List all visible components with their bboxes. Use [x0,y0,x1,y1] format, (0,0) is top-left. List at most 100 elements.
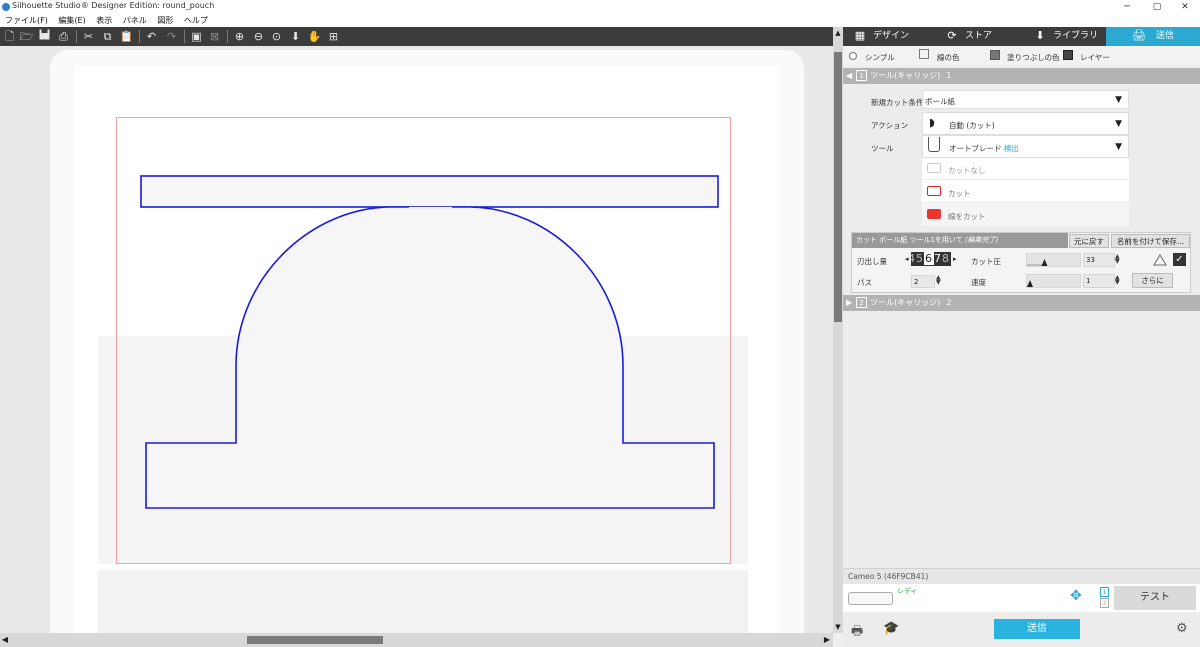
send-panel: ▦ デザイン ⟳ ストア ⬇ ライブラリ 🖨 送信 シンプル 線の色 塗りつぶし… [843,27,1200,647]
crosscut-icon[interactable] [1151,253,1169,267]
menu-help[interactable]: ヘルプ [180,14,212,27]
tab-send[interactable]: 🖨 送信 [1106,27,1200,46]
mode-line-color[interactable]: 線の色 [937,52,960,63]
blade-depth-dial[interactable]: 45678 [911,252,951,266]
speed-slider-thumb[interactable] [1027,280,1033,287]
redo-icon[interactable]: ↷ [164,29,179,44]
undo-icon[interactable]: ↶ [144,29,159,44]
scroll-down-icon[interactable]: ▼ [834,623,842,631]
gear-icon[interactable]: ⚙ [1176,621,1188,636]
mode-fill-color[interactable]: 塗りつぶしの色 [1007,52,1060,63]
mode-simple[interactable]: シンプル [865,52,895,63]
zoom-fit-icon[interactable]: ⊙ [269,29,284,44]
layer-icon[interactable] [1063,50,1073,60]
pouch-body-shape[interactable] [145,206,715,509]
tab-library[interactable]: ⬇ ライブラリ [1023,27,1113,46]
speed-slider[interactable] [1026,274,1081,288]
ungroup-icon[interactable]: ⊠ [207,29,222,44]
new-file-icon[interactable]: 🗋 [2,29,17,44]
menu-view[interactable]: 表示 [92,14,116,27]
option-no-cut[interactable]: カットなし [922,158,1129,180]
toolbar-divider [76,30,77,43]
pan-hand-icon[interactable]: ✋ [307,29,322,44]
crosscut-checkbox[interactable]: ✓ [1173,253,1186,266]
cut-option-icon [927,186,941,196]
force-spinner-icon[interactable]: ▲ ▼ [1115,254,1120,265]
grid-icon: ▦ [854,29,866,42]
tool1-header[interactable]: ◀ 1 ツール(キャリッジ) 1 [843,68,1200,84]
tool2-header[interactable]: ▶ 2 ツール(キャリッジ) 2 [843,295,1200,311]
slot-2[interactable]: 2 [1100,598,1109,608]
mode-layer[interactable]: レイヤー [1080,52,1110,63]
scroll-up-icon[interactable]: ▲ [834,29,842,37]
tool-dropdown[interactable]: オートブレード 検出 ▼ [922,135,1129,158]
open-folder-icon[interactable]: 🗁 [19,29,34,44]
tab-design[interactable]: ▦ デザイン [843,27,933,46]
blade-increase-icon[interactable]: ▸ [953,255,957,263]
horizontal-scroll-thumb[interactable] [247,636,383,644]
design-canvas[interactable] [0,46,833,633]
fit-page-icon[interactable]: ⊞ [326,29,341,44]
menu-edit[interactable]: 編集(E) [54,14,89,27]
paste-icon[interactable]: 📋 [119,29,134,44]
cut-settings-title: カット ボール紙 ツール1を用いて (編集完了) [852,233,1068,248]
machine-settings-icon[interactable]: 🖶 [851,622,863,644]
save-as-button[interactable]: 名前を付けて保存... [1111,234,1190,248]
maximize-button[interactable]: ▢ [1142,0,1172,14]
window-title: Silhouette Studio® Designer Edition: rou… [12,1,215,10]
speed-label: 速度 [971,278,986,287]
move-arrows-icon[interactable]: ✥ [1070,589,1082,603]
scroll-left-icon[interactable]: ◀ [0,635,10,645]
speed-slider-track [1027,280,1033,287]
more-button[interactable]: さらに [1132,273,1173,288]
copy-icon[interactable]: ⧉ [100,29,115,44]
save-icon[interactable] [37,29,52,44]
menu-panel[interactable]: パネル [119,14,151,27]
cut-icon[interactable]: ✂ [81,29,96,44]
passes-label: パス [857,278,872,287]
toolbar-divider [184,30,185,43]
top-band-shape[interactable] [140,175,719,208]
speed-input[interactable]: 1 [1083,274,1115,288]
pouch-shape[interactable] [0,46,833,633]
simple-radio[interactable] [849,52,857,60]
menu-file[interactable]: ファイル(F) [1,14,52,27]
fill-color-icon[interactable] [990,50,1000,60]
passes-input[interactable]: 2 [911,275,935,288]
force-slider[interactable] [1026,253,1081,267]
option-cut-edge[interactable]: 線をカット [922,203,1129,226]
passes-spinner-icon[interactable]: ▲ ▼ [936,275,941,286]
test-button[interactable]: テスト [1114,586,1196,610]
move-down-icon[interactable]: ⬇ [288,29,303,44]
tab-store[interactable]: ⟳ ストア [935,27,1025,46]
option-cut[interactable]: カット [922,180,1129,203]
send-button[interactable]: 送信 [994,619,1080,639]
force-label: カット圧 [971,257,1001,266]
force-slider-thumb[interactable] [1041,259,1048,266]
scroll-right-icon[interactable]: ▶ [822,635,832,645]
speed-spinner-icon[interactable]: ▲ ▼ [1115,275,1120,286]
toolbar: 🗋 🗁 ⎙ ✂ ⧉ 📋 ↶ ↷ ▣ ⊠ ⊕ ⊖ ⊙ ⬇ ✋ ⊞ [0,27,843,46]
horizontal-scrollbar[interactable]: ◀ ▶ [0,633,833,647]
blade-decrease-icon[interactable]: ◂ [905,255,909,263]
menu-shape[interactable]: 図形 [153,14,177,27]
reset-button[interactable]: 元に戻す [1069,234,1109,248]
zoom-in-icon[interactable]: ⊕ [232,29,247,44]
device-bar: Cameo 5 (46F9CB41) [843,568,1200,584]
detected-label: 検出 [1003,144,1019,153]
material-dropdown[interactable]: ボール紙 ▼ [922,90,1129,109]
group-icon[interactable]: ▣ [189,29,204,44]
slot-1[interactable]: 1 [1100,587,1109,597]
graduation-cap-icon[interactable]: 🎓 [883,621,899,636]
print-icon[interactable]: ⎙ [56,29,71,44]
action-dropdown[interactable]: ◗ 自動 (カット) ▼ [922,112,1129,135]
no-cut-icon [927,163,941,173]
zoom-out-icon[interactable]: ⊖ [251,29,266,44]
force-input[interactable]: 33 [1083,253,1115,267]
close-button[interactable]: ✕ [1170,0,1200,14]
line-color-icon[interactable] [919,49,929,59]
cut-edge-icon [927,209,941,219]
minimize-button[interactable]: ─ [1112,0,1142,14]
vertical-scroll-thumb[interactable] [834,52,842,322]
vertical-scrollbar[interactable]: ▲ ▼ [833,27,843,633]
